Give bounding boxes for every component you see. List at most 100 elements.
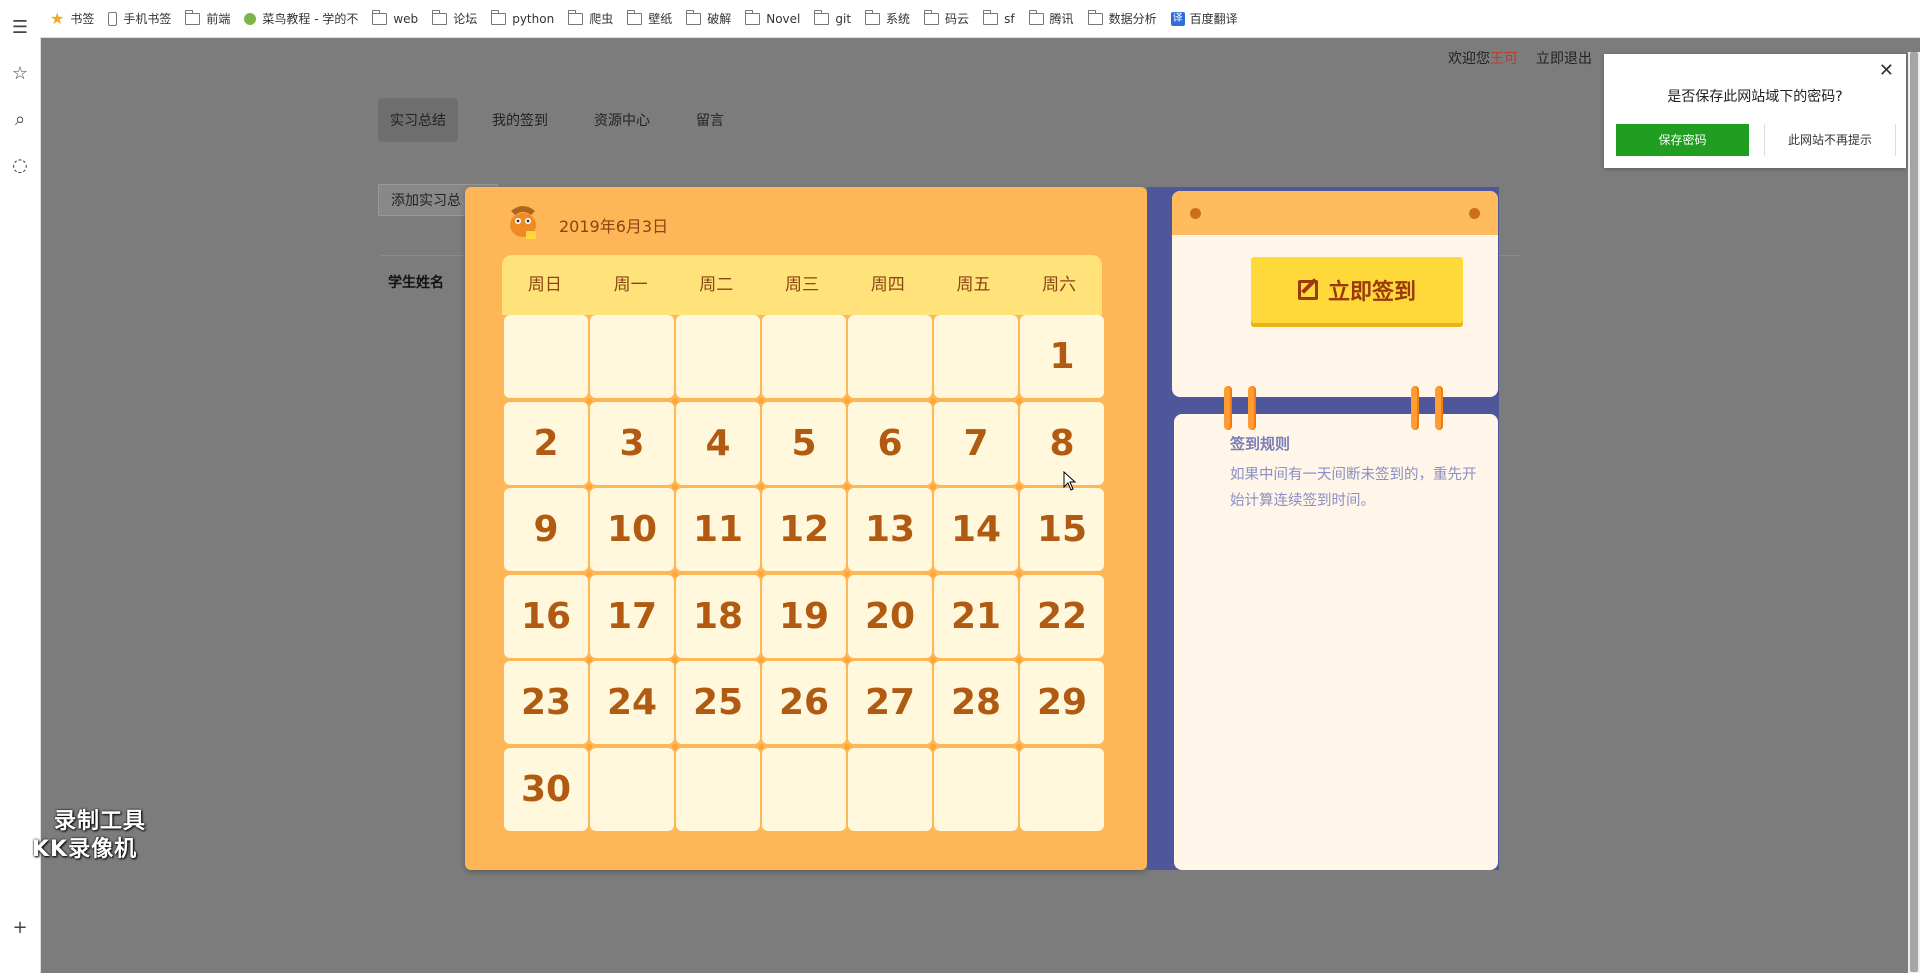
close-icon[interactable]: ✕ (1879, 60, 1894, 81)
calendar-day[interactable]: 1 (1020, 315, 1104, 398)
weekday-label: 周五 (956, 275, 991, 295)
bookmark-item[interactable]: 系统 (865, 9, 910, 27)
bookmark-item[interactable]: 爬虫 (568, 9, 613, 27)
weekday-label: 周三 (785, 275, 820, 295)
search-icon[interactable]: ⌕ (8, 108, 32, 132)
tab-internship-summary[interactable]: 实习总结 (378, 98, 458, 142)
bookmark-item[interactable]: 菜鸟教程 - 学的不 (244, 10, 358, 27)
grid-connector-dot (844, 570, 850, 577)
folder-icon (686, 9, 702, 25)
favorites-star-icon[interactable]: ☆ (8, 62, 32, 86)
calendar-day[interactable]: 7 (934, 401, 1018, 485)
calendar-day[interactable]: 15 (1020, 488, 1104, 571)
calendar-day[interactable]: 30 (504, 747, 588, 831)
mouse-cursor-icon (1063, 471, 1077, 491)
bookmark-item[interactable]: 腾讯 (1028, 9, 1074, 27)
bookmark-item[interactable]: 前端 (185, 9, 230, 27)
calendar-day[interactable]: 28 (934, 661, 1018, 744)
tab-resource-center[interactable]: 资源中心 (582, 98, 662, 142)
bookmark-label: 菜鸟教程 - 学的不 (262, 12, 359, 26)
calendar-empty-day (848, 747, 932, 831)
calendar-day[interactable]: 23 (504, 661, 588, 744)
grid-connector-dot (1016, 657, 1022, 663)
chat-icon[interactable]: ◌ (8, 154, 32, 178)
calendar-day[interactable]: 3 (590, 401, 674, 485)
star-icon: ★ (50, 9, 65, 28)
bookmark-item[interactable]: 译百度翻译 (1170, 10, 1238, 27)
calendar-day[interactable]: 17 (590, 574, 674, 658)
calendar-day[interactable]: 29 (1020, 661, 1104, 744)
bookmark-label: 书签 (70, 12, 95, 26)
bookmark-item[interactable]: 数据分析 (1087, 9, 1157, 27)
signin-button-label: 立即签到 (1327, 280, 1416, 305)
calendar-day[interactable]: 5 (762, 401, 846, 485)
grid-connector-dot (758, 570, 764, 577)
bookmark-item[interactable]: 论坛 (432, 9, 478, 27)
bookmark-item[interactable]: ★ 书签 (50, 9, 94, 28)
scrollbar-thumb[interactable] (1910, 52, 1918, 972)
logout-link[interactable]: 立即退出 (1536, 48, 1592, 68)
ring-icon (1411, 386, 1419, 430)
calendar-day[interactable]: 6 (848, 401, 932, 485)
calendar-day[interactable]: 18 (676, 574, 760, 658)
edit-icon (1297, 280, 1318, 300)
bookmark-item[interactable]: 手机书签 (108, 10, 171, 27)
calendar-day[interactable]: 14 (934, 488, 1018, 571)
ring-icon (1435, 386, 1443, 430)
reader-icon[interactable]: ☰ (8, 16, 32, 40)
grid-connector-dot (844, 657, 850, 663)
add-icon[interactable]: + (8, 916, 32, 940)
calendar-empty-day (934, 747, 1018, 831)
ring-icon (1224, 386, 1232, 430)
folder-icon (983, 9, 999, 25)
bookmark-item[interactable]: web (372, 9, 418, 26)
main-nav: 实习总结 我的签到 资源中心 留言 (378, 98, 758, 142)
bookmark-item[interactable]: python (491, 9, 554, 26)
folder-icon (1028, 9, 1044, 25)
grid-connector-dot (672, 570, 678, 577)
calendar-day[interactable]: 8 (1020, 401, 1104, 485)
grid-connector-dot (758, 397, 764, 404)
calendar-day[interactable]: 24 (590, 661, 674, 744)
welcome-text: 欢迎您王可 (1448, 48, 1518, 68)
grid-connector-dot (672, 397, 678, 404)
bookmark-item[interactable]: 码云 (924, 9, 969, 27)
bookmark-item[interactable]: Novel (745, 9, 800, 26)
signin-button[interactable]: 立即签到 (1251, 257, 1463, 323)
calendar-day[interactable]: 20 (848, 574, 932, 658)
never-for-site-button[interactable]: 此网站不再提示 (1764, 124, 1896, 156)
calendar-day[interactable]: 21 (934, 574, 1018, 658)
calendar-day[interactable]: 13 (848, 488, 932, 571)
calendar-day[interactable]: 27 (848, 661, 932, 744)
bookmark-item[interactable]: git (814, 9, 852, 26)
bookmark-label: 论坛 (453, 12, 478, 26)
bookmark-item[interactable]: 破解 (686, 9, 731, 27)
calendar-day[interactable]: 19 (762, 574, 846, 658)
bookmark-item[interactable]: 壁纸 (627, 9, 672, 27)
calendar-day[interactable]: 2 (504, 401, 588, 485)
calendar-day[interactable]: 26 (762, 661, 846, 744)
grid-connector-dot (930, 657, 936, 663)
bookmark-item[interactable]: sf (983, 9, 1015, 26)
signin-card-header (1172, 191, 1498, 235)
calendar-day[interactable]: 10 (590, 488, 674, 571)
bookmark-label: git (835, 11, 852, 26)
grid-connector-dot (1016, 743, 1022, 750)
calendar-day[interactable]: 16 (504, 574, 588, 658)
calendar-day[interactable]: 11 (676, 488, 760, 571)
grid-connector-dot (586, 484, 592, 490)
calendar-day[interactable]: 25 (676, 661, 760, 744)
watermark-line1: 录制工具 (54, 809, 147, 834)
grid-connector-dot (758, 484, 764, 490)
save-password-button[interactable]: 保存密码 (1616, 124, 1749, 156)
weekday-label: 周日 (527, 275, 562, 295)
calendar-day[interactable]: 12 (762, 488, 846, 571)
username-link[interactable]: 王可 (1490, 51, 1518, 67)
calendar-day[interactable]: 4 (676, 401, 760, 485)
calendar-day[interactable]: 22 (1020, 574, 1104, 658)
calendar-day[interactable]: 9 (504, 488, 588, 571)
calendar-empty-day (762, 747, 846, 831)
bookmark-label: 手机书签 (123, 12, 172, 26)
tab-my-signin[interactable]: 我的签到 (480, 98, 560, 142)
tab-message[interactable]: 留言 (684, 98, 736, 142)
